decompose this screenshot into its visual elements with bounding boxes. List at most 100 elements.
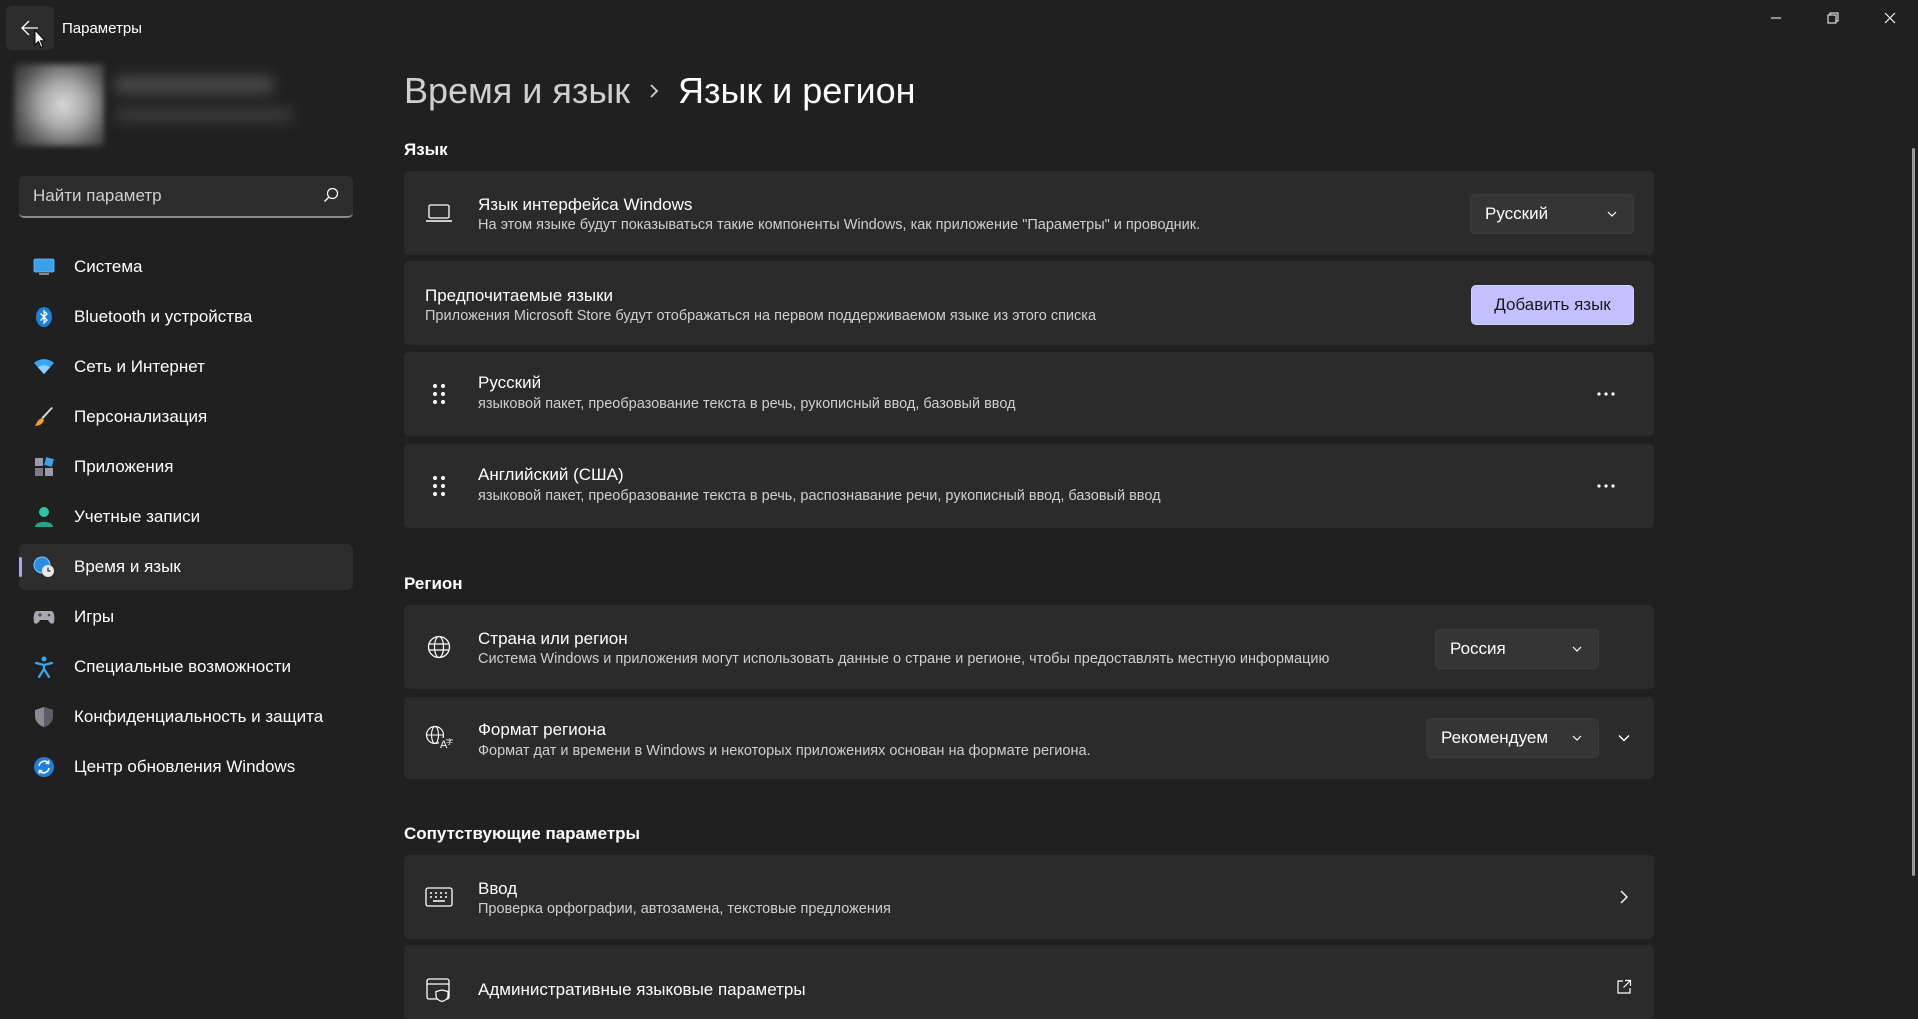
dropdown-value: Рекомендуем bbox=[1441, 728, 1549, 747]
sidebar-item-label: Время и язык bbox=[74, 557, 181, 576]
language-name: Русский bbox=[478, 373, 542, 392]
sidebar-item-windows-update[interactable]: Центр обновления Windows bbox=[19, 744, 353, 790]
sidebar-item-time-language[interactable]: Время и язык bbox=[19, 544, 353, 590]
sidebar-item-system[interactable]: Система bbox=[19, 244, 353, 290]
search-box[interactable] bbox=[19, 176, 353, 218]
sidebar-item-label: Учетные записи bbox=[74, 507, 201, 526]
system-icon bbox=[33, 256, 55, 278]
regional-format-subtitle: Формат дат и времени в Windows и некотор… bbox=[478, 743, 1091, 759]
user-email-blurred bbox=[114, 108, 294, 122]
avatar bbox=[14, 64, 104, 146]
typing-card[interactable]: Ввод Проверка орфографии, автозамена, те… bbox=[404, 855, 1654, 939]
search-input[interactable] bbox=[33, 176, 313, 216]
typing-subtitle: Проверка орфографии, автозамена, текстов… bbox=[478, 901, 891, 917]
sidebar-item-gaming[interactable]: Игры bbox=[19, 594, 353, 640]
restore-icon bbox=[1827, 12, 1839, 24]
admin-language-icon bbox=[424, 975, 454, 1005]
display-language-title: Язык интерфейса Windows bbox=[478, 195, 693, 214]
accessibility-icon bbox=[33, 656, 55, 678]
chevron-right-icon bbox=[1620, 890, 1628, 904]
sidebar-item-label: Специальные возможности bbox=[74, 657, 292, 676]
country-region-card: Страна или регион Система Windows и прил… bbox=[404, 605, 1654, 689]
section-title-region: Регион bbox=[404, 574, 463, 593]
scrollbar[interactable] bbox=[1912, 148, 1915, 876]
dropdown-value: Россия bbox=[1450, 639, 1506, 658]
apps-icon bbox=[33, 456, 55, 478]
admin-language-card[interactable]: Административные языковые параметры bbox=[404, 945, 1654, 1019]
sidebar-item-accounts[interactable]: Учетные записи bbox=[19, 494, 353, 540]
sidebar-item-label: Система bbox=[74, 257, 143, 276]
minimize-button[interactable] bbox=[1748, 0, 1804, 36]
language-name: Английский (США) bbox=[478, 465, 624, 484]
regional-format-icon: A字 bbox=[424, 723, 454, 753]
close-button[interactable] bbox=[1862, 0, 1918, 36]
person-icon bbox=[33, 506, 55, 528]
language-features: языковой пакет, преобразование текста в … bbox=[478, 396, 1016, 412]
typing-title: Ввод bbox=[478, 879, 518, 898]
more-options-button[interactable] bbox=[1590, 378, 1622, 410]
breadcrumb-parent-link[interactable]: Время и язык bbox=[404, 70, 630, 112]
wifi-icon bbox=[33, 356, 55, 378]
drag-handle-icon[interactable] bbox=[424, 379, 454, 409]
regional-format-dropdown[interactable]: Рекомендуем bbox=[1426, 718, 1599, 758]
country-region-title: Страна или регион bbox=[478, 629, 628, 648]
country-region-dropdown[interactable]: Россия bbox=[1435, 629, 1599, 669]
preferred-languages-title: Предпочитаемые языки bbox=[425, 286, 614, 305]
mouse-cursor-icon bbox=[34, 29, 46, 49]
sidebar-item-label: Центр обновления Windows bbox=[74, 757, 296, 776]
chevron-right-icon bbox=[648, 82, 660, 100]
sidebar-item-network[interactable]: Сеть и Интернет bbox=[19, 344, 353, 390]
sidebar-item-bluetooth[interactable]: Bluetooth и устройства bbox=[19, 294, 353, 340]
page-title: Язык и регион bbox=[678, 70, 916, 111]
more-options-button[interactable] bbox=[1590, 470, 1622, 502]
admin-language-title: Административные языковые параметры bbox=[478, 980, 806, 999]
language-item-russian[interactable]: Русский языковой пакет, преобразование т… bbox=[404, 352, 1654, 436]
chevron-down-icon bbox=[1572, 735, 1582, 741]
language-item-english-us[interactable]: Английский (США) языковой пакет, преобра… bbox=[404, 444, 1654, 528]
regional-format-title: Формат региона bbox=[478, 720, 607, 739]
keyboard-icon bbox=[424, 882, 454, 912]
display-language-card: Язык интерфейса Windows На этом языке бу… bbox=[404, 171, 1654, 255]
close-icon bbox=[1884, 12, 1896, 24]
gamepad-icon bbox=[33, 606, 55, 628]
display-language-subtitle: На этом языке будут показываться такие к… bbox=[478, 217, 1201, 233]
sidebar-item-label: Конфиденциальность и защита bbox=[74, 707, 324, 726]
expand-button[interactable] bbox=[1608, 722, 1640, 754]
drag-handle-icon[interactable] bbox=[424, 471, 454, 501]
add-language-button[interactable]: Добавить язык bbox=[1471, 285, 1634, 325]
sidebar-item-label: Приложения bbox=[74, 457, 174, 476]
regional-format-card[interactable]: A字 Формат региона Формат дат и времени в… bbox=[404, 697, 1654, 779]
chevron-down-icon bbox=[1618, 735, 1630, 742]
more-icon bbox=[1597, 484, 1615, 488]
globe-icon bbox=[424, 632, 454, 662]
section-title-related: Сопутствующие параметры bbox=[404, 824, 641, 843]
preferred-languages-subtitle: Приложения Microsoft Store будут отображ… bbox=[425, 308, 1097, 324]
more-icon bbox=[1597, 392, 1615, 396]
country-region-subtitle: Система Windows и приложения могут испол… bbox=[478, 651, 1330, 667]
title-bar: Параметры bbox=[0, 0, 1918, 58]
sidebar-item-personalization[interactable]: Персонализация bbox=[19, 394, 353, 440]
display-language-dropdown[interactable]: Русский bbox=[1470, 194, 1634, 234]
search-icon[interactable] bbox=[323, 187, 339, 203]
app-title: Параметры bbox=[62, 20, 142, 37]
sidebar-item-label: Bluetooth и устройства bbox=[74, 307, 253, 326]
open-external-button[interactable] bbox=[1608, 971, 1640, 1003]
restore-button[interactable] bbox=[1805, 0, 1861, 36]
navigate-button[interactable] bbox=[1608, 881, 1640, 913]
section-title-language: Язык bbox=[404, 140, 448, 159]
back-button[interactable] bbox=[6, 6, 54, 50]
external-link-icon bbox=[1617, 979, 1632, 994]
breadcrumb: Время и язык Язык и регион bbox=[404, 70, 915, 112]
shield-icon bbox=[33, 706, 55, 728]
bluetooth-icon bbox=[33, 306, 55, 328]
sidebar-item-label: Сеть и Интернет bbox=[74, 357, 205, 376]
sidebar-nav: Система Bluetooth и устройства Сеть и Ин… bbox=[19, 244, 353, 794]
update-icon bbox=[33, 756, 55, 778]
user-profile[interactable] bbox=[14, 64, 294, 146]
sidebar-item-accessibility[interactable]: Специальные возможности bbox=[19, 644, 353, 690]
sidebar-item-privacy[interactable]: Конфиденциальность и защита bbox=[19, 694, 353, 740]
sidebar-item-label: Персонализация bbox=[74, 407, 208, 426]
sidebar-item-apps[interactable]: Приложения bbox=[19, 444, 353, 490]
language-features: языковой пакет, преобразование текста в … bbox=[478, 488, 1161, 504]
time-language-icon bbox=[33, 556, 55, 578]
